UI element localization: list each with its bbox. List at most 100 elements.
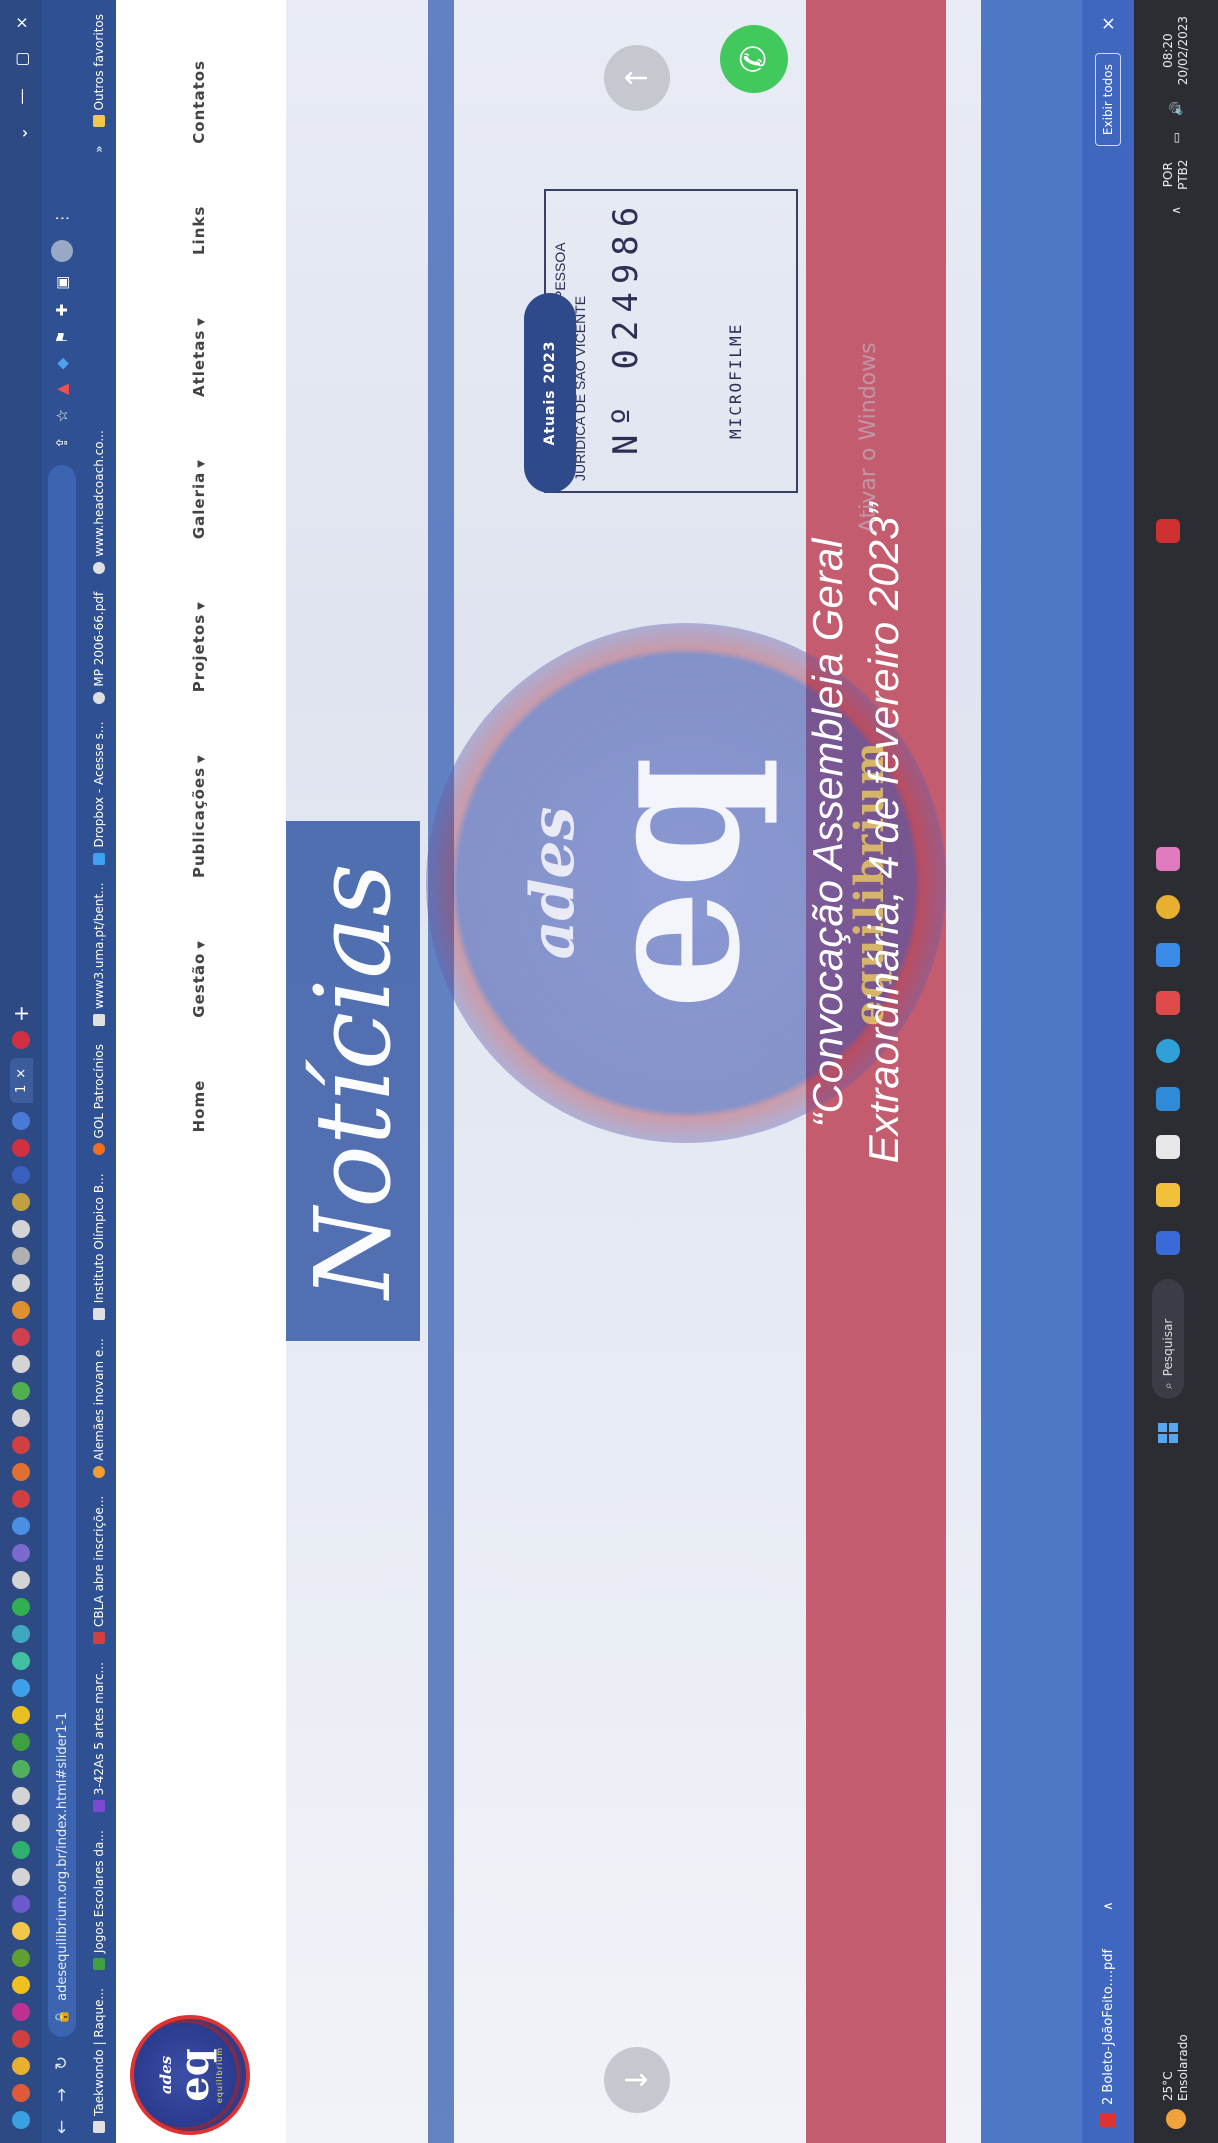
forward-icon[interactable]: → [52, 2079, 72, 2111]
active-tab[interactable]: 1 × [9, 1057, 33, 1103]
bookmark-item[interactable]: Dropbox - Acesse s... [92, 722, 106, 865]
slider-next-button[interactable]: ↑ [604, 45, 670, 111]
tab-favicon[interactable] [12, 1463, 30, 1481]
taskbar-search[interactable]: ⌕ Pesquisar [1152, 1279, 1184, 1399]
nav-item-links[interactable]: Links [190, 206, 208, 255]
close-download-bar-button[interactable]: × [1098, 16, 1119, 31]
profile-avatar[interactable] [51, 239, 73, 262]
tab-favicon[interactable] [12, 1841, 30, 1859]
menu-icon[interactable]: ⋮ [53, 211, 71, 226]
tab-favicon[interactable] [12, 1706, 30, 1724]
tab-favicon[interactable] [12, 1247, 30, 1265]
tab-close-icon[interactable]: × [14, 1068, 29, 1079]
bookmark-item[interactable]: CBLA abre inscriçõe... [92, 1496, 106, 1645]
address-bar[interactable]: 🔒 adesequilibrium.org.br/index.html#slid… [48, 465, 76, 2037]
tab-favicon[interactable] [12, 1679, 30, 1697]
network-icon[interactable]: ▭ [1169, 132, 1183, 143]
tab-favicon[interactable] [12, 1544, 30, 1562]
bookmark-star-icon[interactable]: ☆ [53, 409, 71, 422]
back-icon[interactable]: ← [52, 2111, 72, 2143]
pdf-extension-icon[interactable]: ▲ [53, 383, 71, 395]
tab-favicon[interactable] [12, 1030, 30, 1049]
extensions-puzzle-icon[interactable]: ✚ [53, 304, 71, 317]
mail-icon[interactable] [1156, 1087, 1180, 1111]
nav-item-gestao[interactable]: Gestão ▼ [190, 940, 208, 1018]
task-view-icon[interactable] [1156, 1231, 1180, 1255]
tab-favicon[interactable] [12, 1733, 30, 1751]
photos-icon[interactable] [1156, 847, 1180, 871]
nav-item-galeria[interactable]: Galeria ▼ [190, 459, 208, 539]
bookmark-item[interactable]: Jogos Escolares da... [92, 1830, 106, 1971]
windows-start-icon[interactable] [1158, 1423, 1178, 1443]
volume-icon[interactable]: 🔊 [1169, 101, 1183, 116]
site-logo[interactable]: ades eq equilibrium [130, 2015, 250, 2135]
sidebar-icon[interactable]: ▣ [53, 276, 71, 290]
reload-icon[interactable]: ↻ [52, 2047, 72, 2079]
tab-favicon[interactable] [12, 1625, 30, 1643]
whatsapp-button[interactable]: ✆ [720, 25, 788, 93]
tab-favicon[interactable] [12, 2030, 30, 2048]
tab-favicon[interactable] [12, 2003, 30, 2021]
tab-favicon[interactable] [12, 1328, 30, 1346]
chevron-up-icon[interactable]: ∧ [1101, 1901, 1116, 1911]
tab-favicon[interactable] [12, 1868, 30, 1886]
maximize-button[interactable]: ▢ [12, 51, 31, 66]
nav-item-contatos[interactable]: Contatos [190, 60, 208, 144]
tab-favicon[interactable] [12, 2111, 30, 2129]
tab-favicon[interactable] [12, 2057, 30, 2075]
file-explorer-icon[interactable] [1156, 1183, 1180, 1207]
bookmark-item[interactable]: GOL Patrocínios [92, 1044, 106, 1156]
tab-favicon[interactable] [12, 1166, 30, 1184]
bookmark-item[interactable]: Instituto Olímpico B... [92, 1173, 106, 1321]
bookmark-item[interactable]: www.headcoach.co... [92, 430, 106, 574]
tray-overflow-icon[interactable]: ∧ [1169, 206, 1183, 215]
tab-favicon[interactable] [12, 1895, 30, 1913]
clock[interactable]: 08:20 20/02/2023 [1161, 16, 1191, 85]
tab-favicon[interactable] [12, 1193, 30, 1211]
minimize-button[interactable]: — [12, 89, 31, 105]
bookmarks-overflow-button[interactable]: » [92, 145, 106, 152]
show-all-downloads-button[interactable]: Exibir todos [1095, 53, 1121, 147]
tab-favicon[interactable] [12, 1760, 30, 1778]
bookmark-item[interactable]: MP 2006-66.pdf [92, 592, 106, 704]
bookmark-item[interactable]: 3-42As 5 artes marc... [92, 1662, 106, 1813]
tab-favicon[interactable] [12, 1355, 30, 1373]
tab-favicon[interactable] [12, 1814, 30, 1832]
download-item[interactable]: 2 Boleto-JoãoFeito....pdf ∧ [1100, 1901, 1116, 2143]
tab-favicon[interactable] [12, 1787, 30, 1805]
nav-item-projetos[interactable]: Projetos ▼ [190, 601, 208, 692]
tab-favicon[interactable] [12, 1598, 30, 1616]
tab-favicon[interactable] [12, 1382, 30, 1400]
edge-icon[interactable] [1156, 1039, 1180, 1063]
other-bookmarks-folder[interactable]: Outros favoritos [92, 0, 106, 128]
app-icon[interactable] [1156, 943, 1180, 967]
tab-search-icon[interactable]: ⌄ [12, 127, 31, 140]
tab-favicon[interactable] [12, 2084, 30, 2102]
chrome-icon[interactable] [1156, 895, 1180, 919]
tab-favicon[interactable] [12, 1139, 30, 1157]
tab-favicon[interactable] [12, 1436, 30, 1454]
app-icon[interactable] [1156, 991, 1180, 1015]
tab-favicon[interactable] [12, 1274, 30, 1292]
bookmark-item[interactable]: Alemães inovam e... [92, 1338, 106, 1478]
close-window-button[interactable]: × [12, 16, 31, 29]
nav-item-home[interactable]: Home [190, 1080, 208, 1133]
tab-favicon[interactable] [12, 1517, 30, 1535]
slider-prev-button[interactable]: ↓ [604, 2047, 670, 2113]
tab-favicon[interactable] [12, 1301, 30, 1319]
atuais-badge[interactable]: Atuais 2023 [524, 293, 576, 493]
nav-item-atletas[interactable]: Atletas ▼ [190, 317, 208, 397]
tab-favicon[interactable] [12, 1922, 30, 1940]
nav-item-publicacoes[interactable]: Publicações ▼ [190, 754, 208, 878]
share-icon[interactable]: ⇪ [53, 436, 71, 449]
tab-favicon[interactable] [12, 1949, 30, 1967]
acrobat-icon[interactable] [1156, 519, 1180, 543]
tab-favicon[interactable] [12, 1112, 30, 1130]
input-language[interactable]: POR PTB2 [1161, 159, 1191, 189]
tab-favicon[interactable] [12, 1571, 30, 1589]
bookmark-item[interactable]: Taekwondo | Raque... [92, 1988, 106, 2133]
new-tab-button[interactable]: + [9, 1005, 33, 1022]
store-icon[interactable] [1156, 1135, 1180, 1159]
weather-widget[interactable]: 25°C Ensolarado [1161, 2034, 1191, 2143]
tab-favicon[interactable] [12, 1976, 30, 1994]
